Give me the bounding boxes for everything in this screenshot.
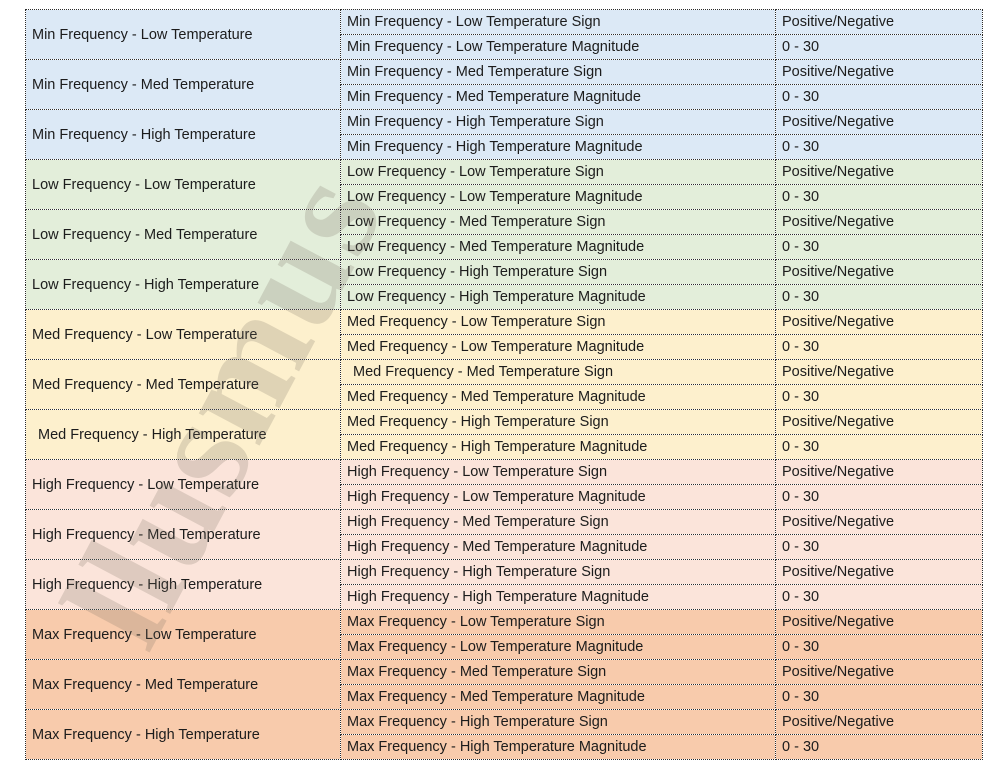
group-label-cell: Low Frequency - Low Temperature (25, 159, 341, 210)
parameter-value-cell: 0 - 30 (775, 384, 983, 410)
parameter-value-cell: 0 - 30 (775, 734, 983, 760)
group-label-cell: Min Frequency - Low Temperature (25, 9, 341, 60)
group-label-cell: Low Frequency - High Temperature (25, 259, 341, 310)
parameter-value-cell: Positive/Negative (775, 409, 983, 435)
parameter-value-cell: 0 - 30 (775, 334, 983, 360)
parameter-name-cell: Max Frequency - High Temperature Sign (340, 709, 776, 735)
parameter-value-cell: 0 - 30 (775, 484, 983, 510)
parameter-name-cell: Med Frequency - Low Temperature Sign (340, 309, 776, 335)
parameter-value-cell: Positive/Negative (775, 659, 983, 685)
parameter-value-cell: Positive/Negative (775, 209, 983, 235)
table-row: Min Frequency - Low Temperature Min Frequ… (25, 9, 983, 60)
parameter-name-cell: Low Frequency - Med Temperature Sign (340, 209, 776, 235)
parameter-value-cell: Positive/Negative (775, 359, 983, 385)
parameter-name-cell: Min Frequency - Low Temperature Magnitud… (340, 34, 776, 60)
parameter-value-cell: 0 - 30 (775, 184, 983, 210)
parameter-value-cell: Positive/Negative (775, 509, 983, 535)
table-row: Max Frequency - Low Temperature Max Frequ… (25, 609, 983, 660)
parameter-value-cell: Positive/Negative (775, 259, 983, 285)
parameter-name-cell: Med Frequency - High Temperature Magnitu… (340, 434, 776, 460)
table-row: Max Frequency - High Temperature Max Freq… (25, 709, 983, 760)
table-row: Low Frequency - Med Temperature Low Frequ… (25, 209, 983, 260)
parameter-value-cell: 0 - 30 (775, 34, 983, 60)
parameter-value-cell: 0 - 30 (775, 634, 983, 660)
parameter-name-cell: Max Frequency - Low Temperature Magnitud… (340, 634, 776, 660)
group-label-cell: Low Frequency - Med Temperature (25, 209, 341, 260)
table-row: High Frequency - Low Temperature High Fre… (25, 459, 983, 510)
parameter-value-cell: 0 - 30 (775, 534, 983, 560)
parameter-name-cell: High Frequency - High Temperature Magnit… (340, 584, 776, 610)
parameter-specification-table: Min Frequency - Low Temperature Min Frequ… (25, 9, 983, 760)
parameter-name-cell: Max Frequency - High Temperature Magnitu… (340, 734, 776, 760)
parameter-value-cell: Positive/Negative (775, 609, 983, 635)
parameter-value-cell: Positive/Negative (775, 59, 983, 85)
parameter-value-cell: Positive/Negative (775, 9, 983, 35)
parameter-table-container: Min Frequency - Low Temperature Min Frequ… (25, 9, 983, 760)
parameter-name-cell: Med Frequency - Med Temperature Sign (340, 359, 776, 385)
group-label-cell: Med Frequency - Low Temperature (25, 309, 341, 360)
parameter-value-cell: Positive/Negative (775, 459, 983, 485)
table-row: High Frequency - High Temperature High Fr… (25, 559, 983, 610)
table-row: Med Frequency - Low Temperature Med Frequ… (25, 309, 983, 360)
table-row: Low Frequency - Low Temperature Low Frequ… (25, 159, 983, 210)
group-label-cell: Med Frequency - High Temperature (25, 409, 341, 460)
table-row: Low Frequency - High Temperature Low Freq… (25, 259, 983, 310)
group-label-cell: Med Frequency - Med Temperature (25, 359, 341, 410)
parameter-name-cell: Low Frequency - High Temperature Sign (340, 259, 776, 285)
group-label-cell: High Frequency - Low Temperature (25, 459, 341, 510)
parameter-name-cell: Low Frequency - Low Temperature Magnitud… (340, 184, 776, 210)
parameter-name-cell: High Frequency - Low Temperature Magnitu… (340, 484, 776, 510)
parameter-name-cell: Med Frequency - High Temperature Sign (340, 409, 776, 435)
parameter-name-cell: Med Frequency - Low Temperature Magnitud… (340, 334, 776, 360)
table-row: High Frequency - Med Temperature High Fre… (25, 509, 983, 560)
group-label-cell: Min Frequency - Med Temperature (25, 59, 341, 110)
parameter-value-cell: Positive/Negative (775, 159, 983, 185)
parameter-value-cell: 0 - 30 (775, 84, 983, 110)
parameter-value-cell: 0 - 30 (775, 234, 983, 260)
group-label-cell: Max Frequency - High Temperature (25, 709, 341, 760)
group-label-cell: Max Frequency - Low Temperature (25, 609, 341, 660)
parameter-name-cell: High Frequency - Med Temperature Sign (340, 509, 776, 535)
group-label-cell: High Frequency - High Temperature (25, 559, 341, 610)
parameter-value-cell: Positive/Negative (775, 559, 983, 585)
parameter-name-cell: Max Frequency - Low Temperature Sign (340, 609, 776, 635)
table-row: Min Frequency - Med Temperature Min Frequ… (25, 59, 983, 110)
parameter-name-cell: Low Frequency - Low Temperature Sign (340, 159, 776, 185)
group-label-cell: High Frequency - Med Temperature (25, 509, 341, 560)
table-body: Min Frequency - Low Temperature Min Frequ… (25, 9, 983, 760)
parameter-name-cell: High Frequency - Med Temperature Magnitu… (340, 534, 776, 560)
table-row: Med Frequency - Med Temperature Med Frequ… (25, 359, 983, 410)
group-label-cell: Min Frequency - High Temperature (25, 109, 341, 160)
parameter-value-cell: 0 - 30 (775, 434, 983, 460)
parameter-name-cell: High Frequency - Low Temperature Sign (340, 459, 776, 485)
parameter-value-cell: 0 - 30 (775, 584, 983, 610)
parameter-name-cell: Low Frequency - Med Temperature Magnitud… (340, 234, 776, 260)
parameter-name-cell: Med Frequency - Med Temperature Magnitud… (340, 384, 776, 410)
table-row: Max Frequency - Med Temperature Max Frequ… (25, 659, 983, 710)
parameter-value-cell: 0 - 30 (775, 284, 983, 310)
parameter-name-cell: Min Frequency - High Temperature Magnitu… (340, 134, 776, 160)
parameter-value-cell: 0 - 30 (775, 134, 983, 160)
parameter-name-cell: Min Frequency - High Temperature Sign (340, 109, 776, 135)
parameter-name-cell: Low Frequency - High Temperature Magnitu… (340, 284, 776, 310)
parameter-value-cell: 0 - 30 (775, 684, 983, 710)
parameter-name-cell: High Frequency - High Temperature Sign (340, 559, 776, 585)
parameter-name-cell: Max Frequency - Med Temperature Sign (340, 659, 776, 685)
parameter-value-cell: Positive/Negative (775, 709, 983, 735)
parameter-value-cell: Positive/Negative (775, 309, 983, 335)
parameter-name-cell: Min Frequency - Med Temperature Sign (340, 59, 776, 85)
parameter-name-cell: Max Frequency - Med Temperature Magnitud… (340, 684, 776, 710)
group-label-cell: Max Frequency - Med Temperature (25, 659, 341, 710)
table-row: Med Frequency - High Temperature Med Freq… (25, 409, 983, 460)
parameter-value-cell: Positive/Negative (775, 109, 983, 135)
parameter-name-cell: Min Frequency - Low Temperature Sign (340, 9, 776, 35)
parameter-name-cell: Min Frequency - Med Temperature Magnitud… (340, 84, 776, 110)
table-row: Min Frequency - High Temperature Min Freq… (25, 109, 983, 160)
